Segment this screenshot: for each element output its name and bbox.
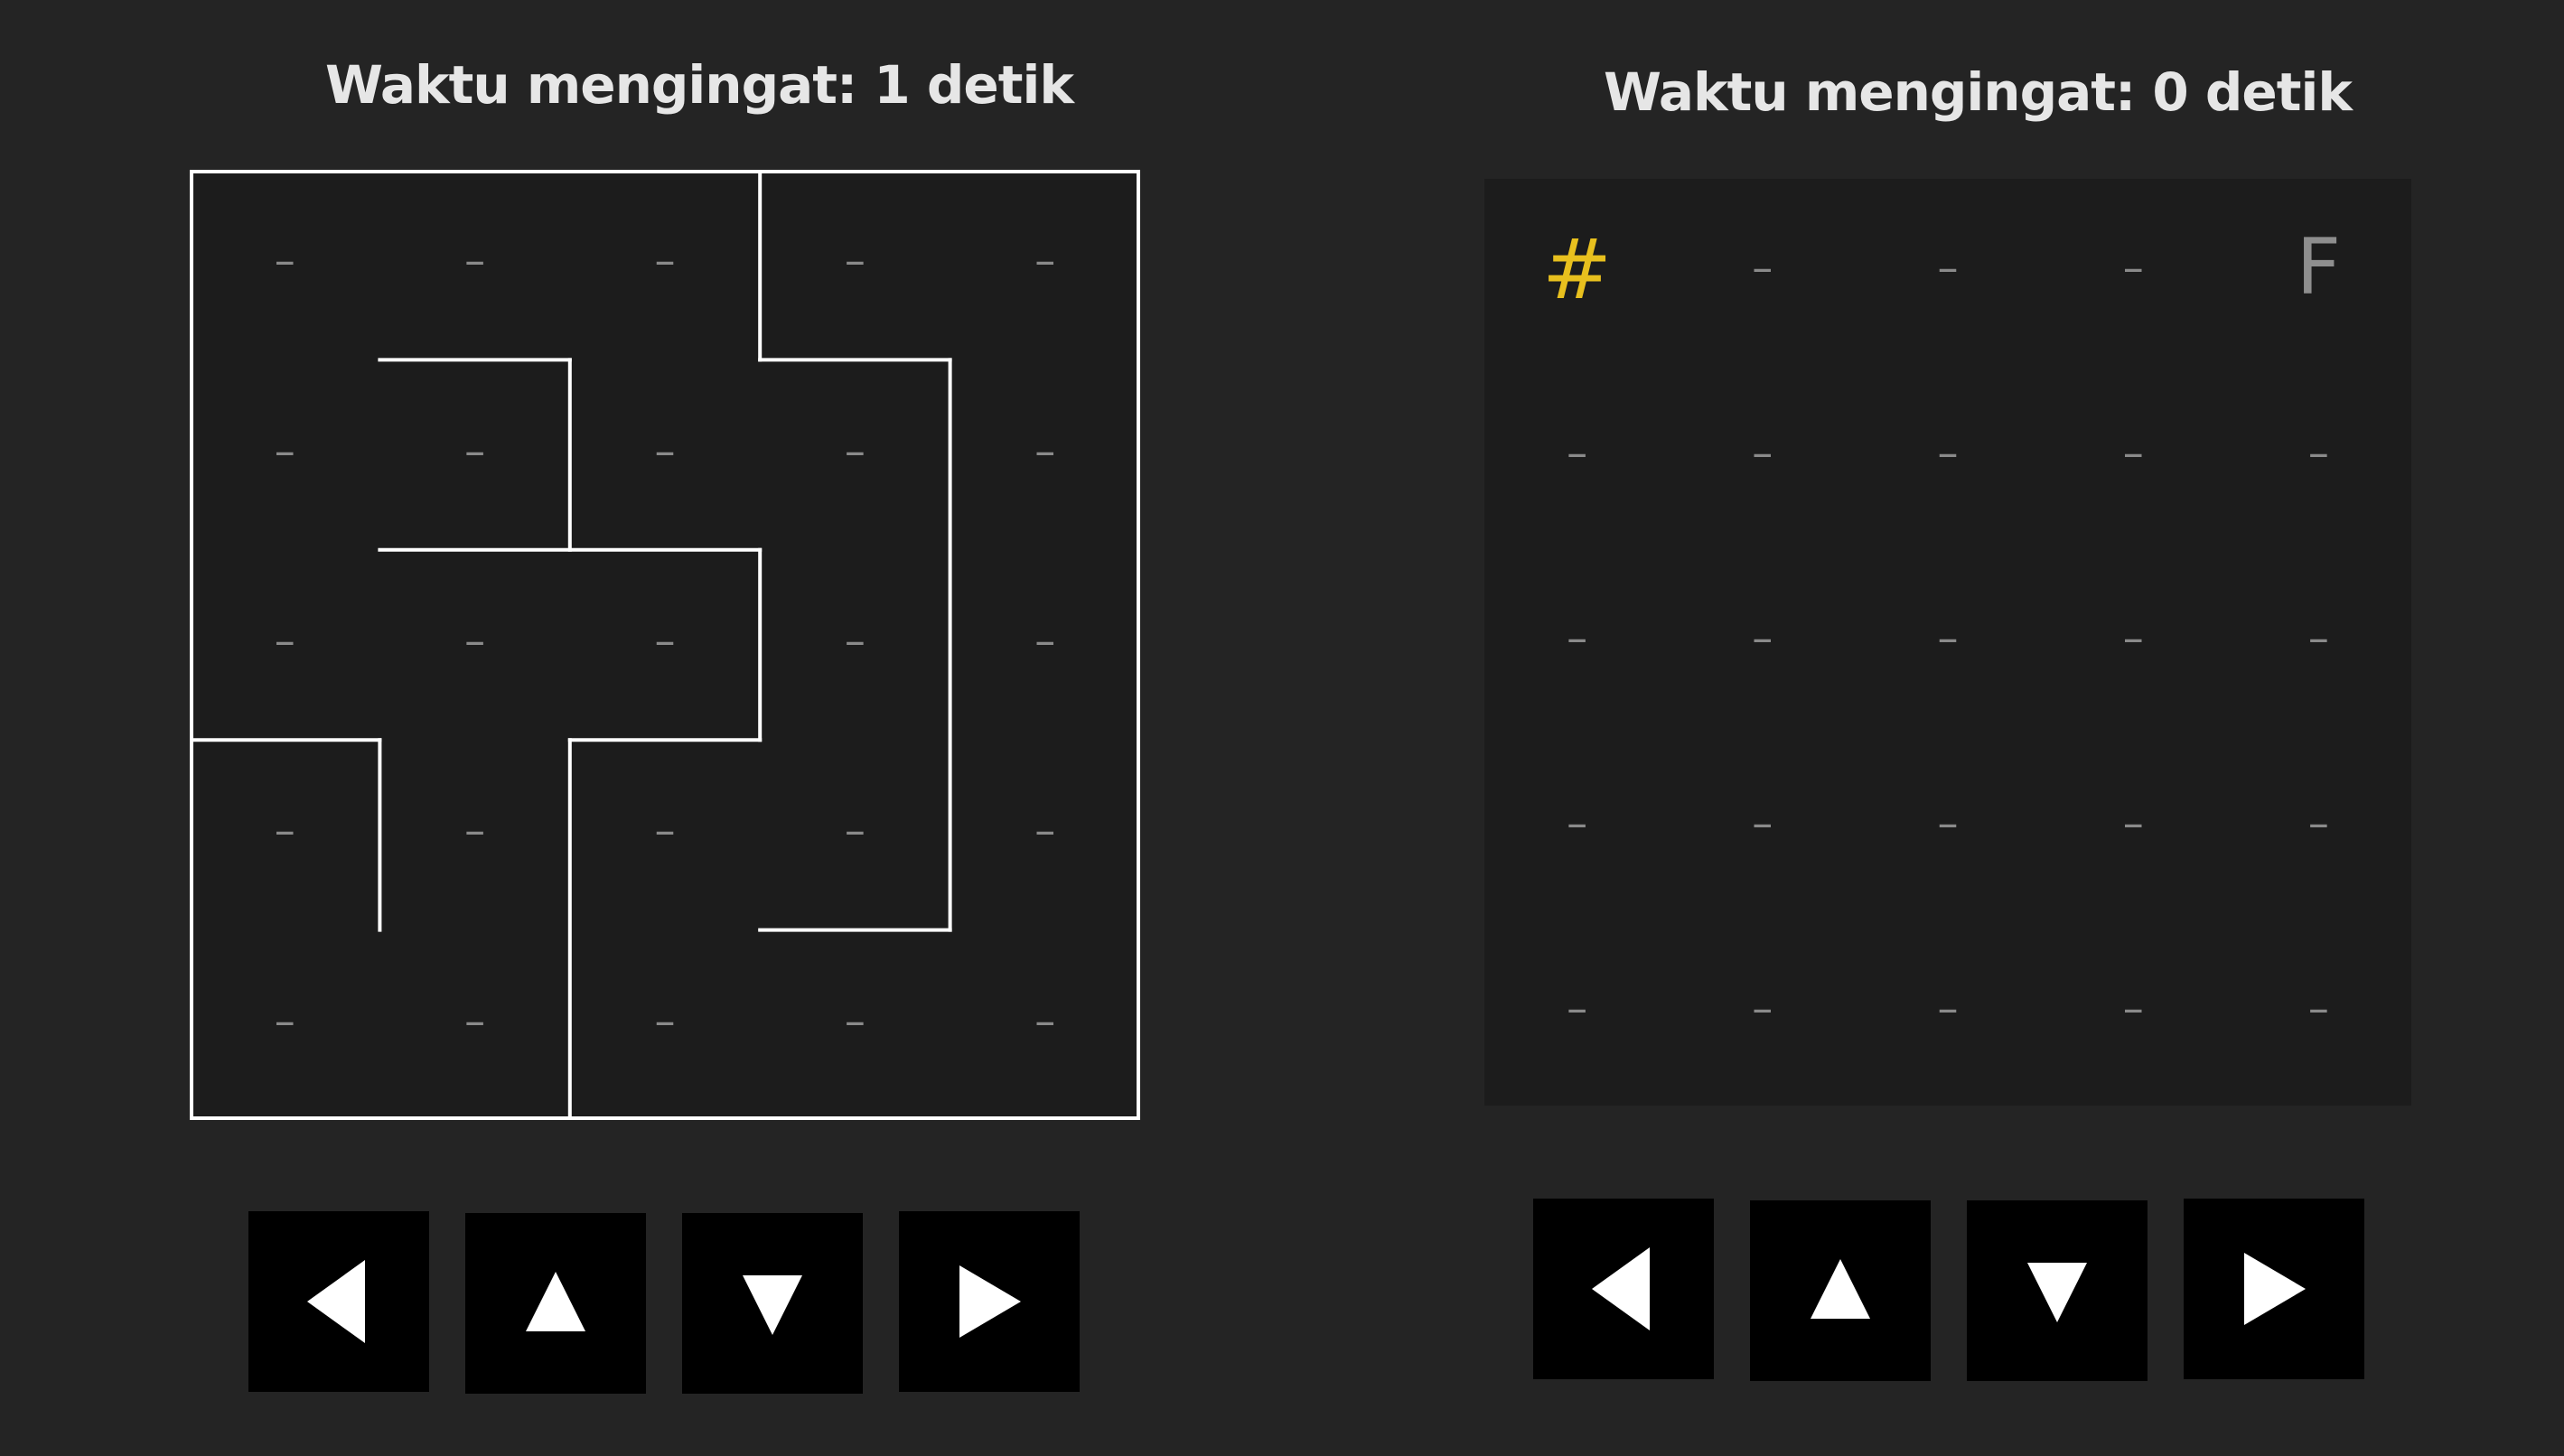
play-maze-board: # – – – F – – – – – – – – – – – – – – – – – – – – — [1484, 179, 2411, 1106]
play-cell: – — [2122, 798, 2144, 848]
right-arrow-icon — [959, 1265, 1021, 1338]
maze-cell: – — [844, 616, 866, 665]
left-move-left-button[interactable] — [248, 1211, 429, 1392]
right-move-up-button[interactable] — [1750, 1200, 1931, 1381]
right-timer-title: Waktu mengingat: 0 detik — [1604, 61, 2353, 123]
maze-cell: – — [844, 806, 866, 855]
maze-cell: – — [1034, 425, 1056, 475]
up-arrow-icon — [1811, 1259, 1870, 1319]
play-cell: – — [1752, 984, 1773, 1033]
play-cell: – — [1937, 984, 1959, 1033]
play-cell: – — [2307, 798, 2329, 848]
maze-cell: – — [844, 236, 866, 285]
play-cell: – — [2307, 613, 2329, 662]
maze-cell: – — [654, 616, 676, 665]
maze-cell: – — [1034, 616, 1056, 665]
play-cell: – — [2122, 984, 2144, 1033]
maze-cell: – — [464, 806, 486, 855]
play-cell: – — [1752, 798, 1773, 848]
memory-maze-board: – – – – – – – – – – – – – – – – – – – – – – – – – — [190, 170, 1140, 1120]
play-cell: – — [1937, 242, 1959, 292]
left-move-down-button[interactable] — [682, 1213, 863, 1394]
down-arrow-icon — [743, 1275, 802, 1335]
left-arrow-icon — [1592, 1247, 1650, 1330]
right-move-down-button[interactable] — [1967, 1200, 2148, 1381]
play-cell: – — [1752, 613, 1773, 662]
maze-cell: – — [274, 616, 295, 665]
maze-cell: – — [274, 425, 295, 475]
maze-cell: – — [1034, 806, 1056, 855]
play-cell: – — [2122, 242, 2144, 292]
play-cell: – — [1937, 427, 1959, 477]
maze-cell: – — [464, 616, 486, 665]
right-move-left-button[interactable] — [1533, 1199, 1714, 1379]
left-move-up-button[interactable] — [465, 1213, 646, 1394]
play-cell: – — [2122, 613, 2144, 662]
play-cell: – — [1752, 427, 1773, 477]
maze-cell: – — [844, 995, 866, 1045]
player-marker: # — [1542, 220, 1613, 318]
maze-cell: – — [844, 425, 866, 475]
maze-cell: – — [464, 425, 486, 475]
maze-cell: – — [654, 806, 676, 855]
maze-cell: – — [274, 806, 295, 855]
maze-cell: – — [654, 425, 676, 475]
play-cell: – — [1567, 984, 1588, 1033]
maze-cell: – — [1034, 236, 1056, 285]
right-move-right-button[interactable] — [2184, 1199, 2364, 1379]
maze-cell: – — [464, 995, 486, 1045]
play-cell: – — [1752, 242, 1773, 292]
play-cell: – — [1567, 427, 1588, 477]
right-arrow-icon — [2244, 1253, 2306, 1325]
maze-cell: – — [654, 995, 676, 1045]
maze-cell: – — [274, 236, 295, 285]
maze-cell: – — [274, 995, 295, 1045]
play-cell: – — [2307, 984, 2329, 1033]
play-cell: – — [1567, 613, 1588, 662]
up-arrow-icon — [526, 1272, 585, 1331]
maze-cell: – — [654, 236, 676, 285]
finish-marker: F — [2296, 221, 2342, 313]
left-move-right-button[interactable] — [899, 1211, 1080, 1392]
play-cell: – — [1567, 798, 1588, 848]
maze-cell: – — [464, 236, 486, 285]
left-timer-title: Waktu mengingat: 1 detik — [325, 54, 1074, 116]
down-arrow-icon — [2027, 1263, 2087, 1322]
left-arrow-icon — [307, 1260, 365, 1343]
play-cell: – — [2307, 427, 2329, 477]
play-cell: – — [1937, 613, 1959, 662]
play-cell: – — [2122, 427, 2144, 477]
play-cell: – — [1937, 798, 1959, 848]
maze-cell: – — [1034, 995, 1056, 1045]
